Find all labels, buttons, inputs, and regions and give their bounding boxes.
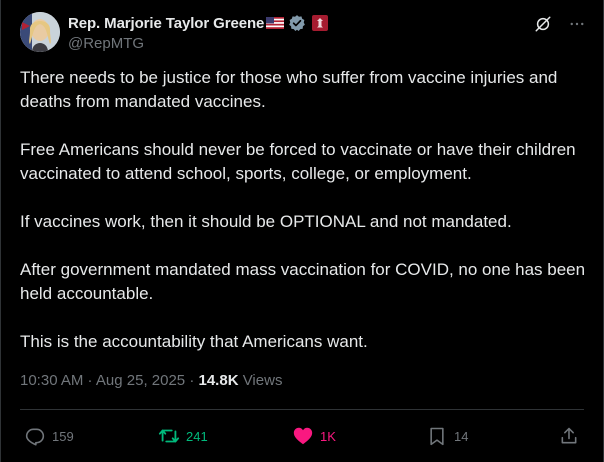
bookmark-button[interactable]: 14 [426,420,468,452]
tweet-card: Rep. Marjorie Taylor Greene @RepMTG Ther… [0,0,604,462]
avatar[interactable] [20,12,60,52]
tweet-header: Rep. Marjorie Taylor Greene @RepMTG [20,10,587,54]
us-flag-icon [266,17,285,29]
more-options-icon[interactable] [567,14,587,34]
tweet-paragraph: Free Americans should never be forced to… [20,140,576,183]
author-handle[interactable]: @RepMTG [68,35,328,52]
tweet-date[interactable]: Aug 25, 2025 [96,372,185,389]
tweet-paragraph: After government mandated mass vaccinati… [20,260,586,303]
share-button[interactable] [558,420,580,452]
views-label: Views [238,372,283,389]
tweet-actions: 159 241 1K 14 [20,420,584,452]
heart-icon [292,425,314,447]
share-icon [558,425,580,447]
tweet-time[interactable]: 10:30 AM [20,372,83,389]
repost-count: 241 [186,428,208,444]
header-actions [533,14,587,34]
like-count: 1K [320,428,336,444]
like-button[interactable]: 1K [292,420,336,452]
grok-icon[interactable] [533,14,553,34]
views-count: 14.8K [198,372,239,389]
meta-separator: · [185,372,199,389]
meta-separator: · [83,372,96,389]
tweet-meta: 10:30 AM · Aug 25, 2025 · 14.8K Views [20,372,282,389]
bookmark-count: 14 [454,428,469,444]
house-seal-icon[interactable] [312,15,329,31]
tweet-paragraph: If vaccines work, then it should be OPTI… [20,212,512,231]
reply-icon [24,425,46,447]
author-display-name[interactable]: Rep. Marjorie Taylor Greene [68,15,264,32]
verified-badge-icon[interactable] [288,14,306,32]
tweet-paragraph: This is the accountability that American… [20,332,368,351]
divider [20,409,584,410]
tweet-text: There needs to be justice for those who … [20,66,586,378]
repost-button[interactable]: 241 [158,420,208,452]
bookmark-icon [426,425,448,447]
repost-icon [158,425,180,447]
reply-count: 159 [52,428,74,444]
reply-button[interactable]: 159 [24,420,74,452]
tweet-paragraph: There needs to be justice for those who … [20,68,558,111]
author-names: Rep. Marjorie Taylor Greene @RepMTG [68,13,329,52]
